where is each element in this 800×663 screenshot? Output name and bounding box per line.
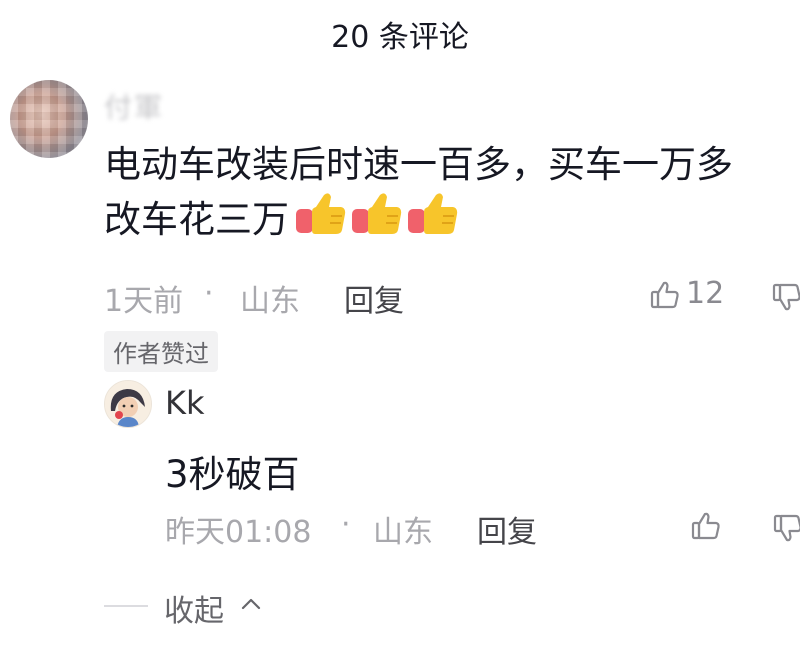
like-count: 12 xyxy=(686,276,725,311)
thumbs-up-emoji-icon xyxy=(408,193,458,234)
dislike-button[interactable] xyxy=(773,513,800,543)
comment-text-line2-wrap: 改车花三万 xyxy=(104,192,794,251)
thumbs-down-outline-icon xyxy=(772,283,800,311)
emoji-group xyxy=(295,192,463,251)
comment-text[interactable]: 电动车改装后时速一百多，买车一万多 改车花三万 xyxy=(104,138,794,251)
collapse-label: 收起 xyxy=(164,594,224,629)
reply-button[interactable]: 回复 xyxy=(477,507,537,551)
meta-separator: · xyxy=(341,507,351,542)
thumbs-up-emoji-icon xyxy=(296,193,346,234)
thumbs-up-outline-icon xyxy=(650,281,679,309)
chevron-up-icon xyxy=(241,598,261,610)
comment-meta: 1天前 · 山东 回复 12 xyxy=(104,276,800,319)
comment-time: 1天前 xyxy=(104,284,184,319)
comment-location: 山东 xyxy=(240,284,300,319)
cartoon-avatar-icon xyxy=(105,381,151,427)
reply-username[interactable]: Kk xyxy=(165,384,205,422)
reply-button[interactable]: 回复 xyxy=(344,276,404,320)
thumbs-up-outline-icon xyxy=(691,512,720,540)
reply-meta: 昨天01:08 · 山东 回复 xyxy=(165,507,800,550)
thumbs-up-emoji-icon xyxy=(352,193,402,234)
dislike-button[interactable] xyxy=(772,282,800,312)
reply-text[interactable]: 3秒破百 xyxy=(165,444,300,498)
thumbs-down-outline-icon xyxy=(773,514,800,542)
author-liked-badge: 作者赞过 xyxy=(104,331,218,372)
comment-text-line1: 电动车改装后时速一百多，买车一万多 xyxy=(104,143,733,186)
avatar[interactable] xyxy=(10,80,88,158)
like-button[interactable] xyxy=(691,511,721,541)
reply-time: 昨天01:08 xyxy=(165,515,312,550)
comment-text-line2: 改车花三万 xyxy=(104,198,289,241)
meta-separator: · xyxy=(204,276,214,311)
comments-panel: 20 条评论 付軍 电动车改装后时速一百多，买车一万多 改车花三万 1天前 · … xyxy=(0,0,800,663)
reply-location: 山东 xyxy=(373,515,433,550)
comments-count-title: 20 条评论 xyxy=(331,20,469,55)
like-button[interactable] xyxy=(650,280,680,310)
reply-avatar[interactable] xyxy=(104,380,152,428)
collapse-divider xyxy=(104,605,148,607)
comment-username[interactable]: 付軍 xyxy=(104,86,164,126)
